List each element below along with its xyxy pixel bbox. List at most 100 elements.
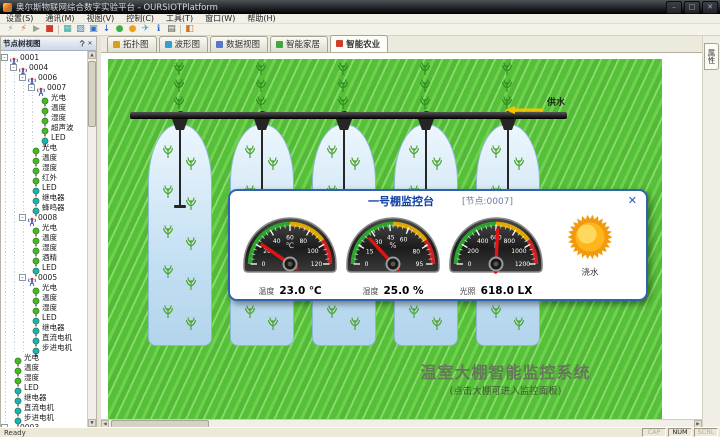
tree-expander-icon[interactable]: - [28,84,35,91]
about-icon[interactable]: ℹ [152,24,165,35]
light-gauge: 020040060080010001200L光照618.0 LX [446,210,546,298]
smart-home-icon[interactable]: ● [113,24,126,35]
tree-item-继电器[interactable]: 继电器 [1,392,87,402]
tree-item-湿度[interactable]: 湿度 [1,302,87,312]
tree-expander-icon[interactable]: - [19,74,26,81]
menu-item-2[interactable]: 视图(V) [80,14,120,23]
plant-icon [326,143,338,163]
stop-icon[interactable]: ■ [43,24,56,35]
tree-item-温度[interactable]: 温度 [1,292,87,302]
menu-item-4[interactable]: 工具(T) [160,14,199,23]
tree-item-超声波[interactable]: 超声波 [1,122,87,132]
minimize-button[interactable]: – [666,1,682,14]
tree-item-LED[interactable]: LED [1,262,87,272]
tree-item-继电器[interactable]: 继电器 [1,322,87,332]
actuator-icon [31,332,41,342]
tree-item-0008[interactable]: -0008 [1,212,87,222]
tree-item-0005[interactable]: -0005 [1,272,87,282]
dialog-title: 一号棚监控台 [368,193,434,209]
tree-item-红外[interactable]: 红外 [1,172,87,182]
tree-item-光电[interactable]: 光电 [1,92,87,102]
smart-agriculture-icon[interactable]: ● [126,24,139,35]
tree-item-直流电机[interactable]: 直流电机 [1,332,87,342]
tree-item-湿度[interactable]: 湿度 [1,112,87,122]
tab-智能家居[interactable]: 智能家居 [270,36,328,52]
sensor-icon [13,372,23,382]
tab-数据视图[interactable]: 数据视图 [210,36,268,52]
menu-item-0[interactable]: 设置(S) [0,14,39,23]
watering-sun-button[interactable]: 浇水 [549,210,631,278]
node-tree: -0001-0004-0006-0007光电温度湿度超声波LED光电温度湿度红外… [1,51,87,427]
tree-item-光电[interactable]: 光电 [1,222,87,232]
tree-item-继电器[interactable]: 继电器 [1,192,87,202]
dialog-close-icon[interactable]: ✕ [628,195,637,206]
tree-guide [1,122,10,132]
scroll-down-icon[interactable]: ▼ [88,419,96,427]
maximize-button[interactable]: □ [684,1,700,14]
sensor-icon [31,162,41,172]
title-bar: 奥尔斯物联网综合数字实验平台 - OURSIOTPlatform – □ ✕ [0,0,720,14]
connect-icon[interactable]: ⚡ [4,24,17,35]
tab-智能农业[interactable]: 智能农业 [330,35,388,52]
tree-item-LED[interactable]: LED [1,382,87,392]
run-icon[interactable]: ▶ [30,24,43,35]
exit-icon[interactable]: ◧ [183,24,196,35]
tree-item-温度[interactable]: 温度 [1,102,87,112]
right-dock-tab[interactable]: 属性 [704,43,719,70]
tree-item-LED[interactable]: LED [1,312,87,322]
tree-item-酒精[interactable]: 酒精 [1,252,87,262]
tree-expander-icon[interactable]: - [19,274,26,281]
tree-item-LED[interactable]: LED [1,182,87,192]
topology-view-icon[interactable]: ▦ [61,24,74,35]
close-button[interactable]: ✕ [702,1,718,14]
panel-close-icon[interactable]: ✕ [86,40,94,48]
download-icon[interactable]: ↓ [100,24,113,35]
tree-item-湿度[interactable]: 湿度 [1,242,87,252]
data-view-icon[interactable]: ▣ [87,24,100,35]
tree-item-温度[interactable]: 温度 [1,232,87,242]
tree-item-温度[interactable]: 温度 [1,152,87,162]
tab-拓扑图[interactable]: 拓扑图 [107,36,157,52]
tree-scrollbar-thumb[interactable] [88,61,96,127]
tree-item-湿度[interactable]: 湿度 [1,372,87,382]
tree-item-LED[interactable]: LED [1,132,87,142]
scene-subtitle: (点击大棚可进入监控面板) [353,383,658,397]
tree-item-光电[interactable]: 光电 [1,142,87,152]
tree-guide [10,92,19,102]
waveform-view-icon[interactable]: ▨ [74,24,87,35]
virtual-keyboard-icon[interactable]: ▤ [165,24,178,35]
tab-icon [165,41,172,48]
actuator-icon [13,412,23,422]
tree-item-0001[interactable]: -0001 [1,52,87,62]
tree-item-湿度[interactable]: 湿度 [1,162,87,172]
tree-scrollbar[interactable]: ▲ ▼ [87,51,96,427]
pin-icon[interactable] [78,40,86,48]
disconnect-icon[interactable]: ⚡ [17,24,30,35]
tab-波形图[interactable]: 波形图 [159,36,209,52]
tree-expander-icon[interactable]: - [10,64,17,71]
scroll-up-icon[interactable]: ▲ [88,51,96,59]
menu-item-1[interactable]: 通讯(M) [39,14,80,23]
tree-item-步进电机[interactable]: 步进电机 [1,342,87,352]
tree-item-步进电机[interactable]: 步进电机 [1,412,87,422]
tree-item-0007[interactable]: -0007 [1,82,87,92]
tree-expander-icon[interactable]: - [19,214,26,221]
tree-item-蜂鸣器[interactable]: 蜂鸣器 [1,202,87,212]
tab-label: 智能家居 [286,38,320,50]
tree-expander-icon[interactable]: - [1,54,8,61]
tree-guide [10,272,19,282]
tree-guide [10,162,19,172]
upgrade-icon[interactable]: ✈ [139,24,152,35]
menu-item-3[interactable]: 控制(C) [120,14,160,23]
tree-item-0004[interactable]: -0004 [1,62,87,72]
tree-guide [19,342,28,352]
tree-item-0006[interactable]: -0006 [1,72,87,82]
tree-item-label: LED [42,183,57,192]
scene-title: 温室大棚智能监控系统 [353,359,658,383]
tree-item-光电[interactable]: 光电 [1,282,87,292]
menu-item-6[interactable]: 帮助(H) [241,14,281,23]
tree-item-直流电机[interactable]: 直流电机 [1,402,87,412]
tree-item-光电[interactable]: 光电 [1,352,87,362]
menu-item-5[interactable]: 窗口(W) [199,14,241,23]
tree-item-温度[interactable]: 温度 [1,362,87,372]
